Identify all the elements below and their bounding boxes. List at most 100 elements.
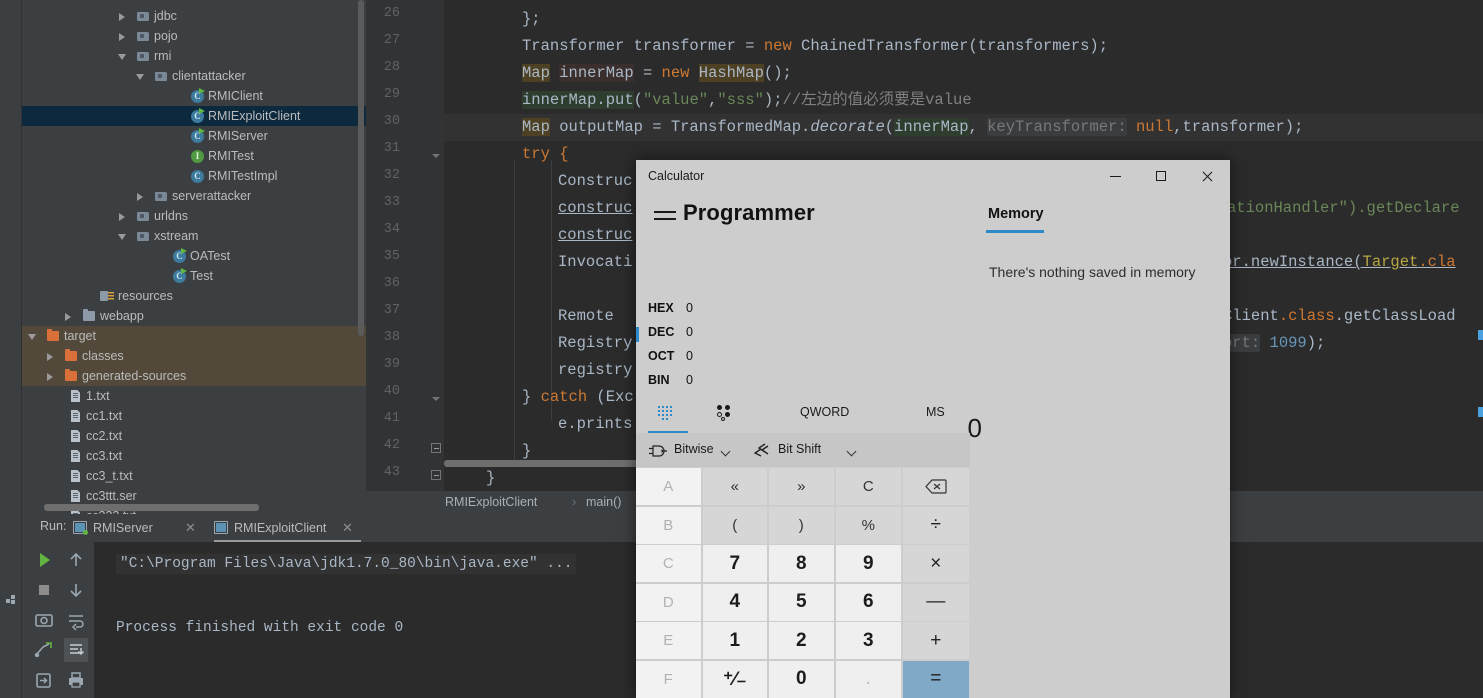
tree-item[interactable]: target	[22, 326, 366, 346]
tree-item[interactable]: cc3.txt	[22, 446, 366, 466]
tree-item[interactable]: urldns	[22, 206, 366, 226]
key-symbol[interactable]: ÷	[903, 506, 969, 544]
key-symbol[interactable]: )	[769, 506, 834, 544]
base-row-dec[interactable]: DEC 0	[636, 325, 836, 345]
key-backspace[interactable]	[903, 468, 969, 505]
tree-item[interactable]: cc3ttt.ser	[22, 486, 366, 506]
base-row-bin[interactable]: BIN 0	[636, 373, 836, 393]
fold-marker[interactable]	[430, 141, 442, 163]
chevron-down-icon[interactable]	[136, 66, 146, 86]
bitwise-dropdown[interactable]: Bitwise	[636, 433, 748, 467]
key-symbol[interactable]: «	[703, 468, 767, 505]
key-F[interactable]: F	[636, 660, 701, 698]
tab-memory-store[interactable]: MS	[916, 401, 966, 433]
key-symbol[interactable]: %	[836, 506, 901, 544]
key-E[interactable]: E	[636, 622, 701, 659]
close-button[interactable]	[1184, 160, 1230, 192]
rerun-icon[interactable]	[32, 548, 56, 572]
tree-item[interactable]: C Test	[22, 266, 366, 286]
chevron-right-icon[interactable]	[136, 186, 146, 206]
key-9[interactable]: 9	[836, 545, 901, 582]
key-D[interactable]: D	[636, 583, 701, 621]
breadcrumb-class[interactable]: RMIExploitClient	[445, 491, 537, 514]
calculator-window[interactable]: Calculator Programmer Memory 0 There's n…	[636, 160, 1230, 698]
calculator-title-bar[interactable]: Calculator	[636, 160, 1230, 192]
tree-item[interactable]: cc3_t.txt	[22, 466, 366, 486]
key-symbol[interactable]: ×	[903, 545, 969, 582]
run-tab-rmiexploitclient[interactable]: RMIExploitClient ✕	[214, 514, 361, 542]
hamburger-menu-icon[interactable]	[654, 206, 676, 224]
chevron-right-icon[interactable]	[46, 346, 56, 366]
chevron-down-icon[interactable]	[118, 226, 128, 246]
tree-item[interactable]: resources	[22, 286, 366, 306]
soft-wrap-icon[interactable]	[64, 608, 88, 632]
project-tree[interactable]: jdbc pojo rmi clientattacker C RMIClient C RMIE…	[22, 0, 366, 514]
chevron-right-icon[interactable]	[46, 366, 56, 386]
key-2[interactable]: 2	[769, 622, 834, 659]
key-5[interactable]: 5	[769, 583, 834, 621]
close-icon[interactable]: ✕	[185, 514, 196, 542]
console-input-icon[interactable]	[32, 668, 56, 692]
breadcrumb-method[interactable]: main()	[586, 491, 621, 514]
chevron-right-icon[interactable]	[118, 206, 128, 226]
key-6[interactable]: 6	[836, 583, 901, 621]
tree-item[interactable]: C RMITestImpl	[22, 166, 366, 186]
fold-marker[interactable]	[430, 384, 442, 406]
fold-marker[interactable]	[430, 438, 442, 460]
run-tab-rmiserver[interactable]: RMIServer ✕	[73, 514, 203, 542]
close-icon[interactable]: ✕	[342, 514, 353, 542]
tree-item[interactable]: xstream	[22, 226, 366, 246]
bit-shift-dropdown[interactable]: Bit Shift	[746, 433, 866, 467]
maximize-button[interactable]	[1138, 160, 1184, 192]
key-symbol[interactable]: +	[903, 622, 969, 659]
key-C[interactable]: C	[636, 545, 701, 582]
scroll-up-icon[interactable]	[64, 548, 88, 572]
key-4[interactable]: 4	[703, 583, 767, 621]
tree-item[interactable]: cc2.txt	[22, 426, 366, 446]
tree-item[interactable]: classes	[22, 346, 366, 366]
chevron-right-icon[interactable]	[118, 6, 128, 26]
minimize-button[interactable]	[1092, 160, 1138, 192]
key-A[interactable]: A	[636, 468, 701, 505]
key-symbol[interactable]: —	[903, 583, 969, 621]
calculator-keypad[interactable]: A « » C B ()% ÷ C 7 8 9 × D 4 5 6 — E 1 2 3 + F ⁺⁄₋ 0. =	[636, 467, 970, 698]
tree-item[interactable]: webapp	[22, 306, 366, 326]
key-symbol[interactable]: (	[703, 506, 767, 544]
tree-horizontal-scrollbar[interactable]	[44, 504, 259, 511]
chevron-right-icon[interactable]	[64, 306, 74, 326]
tree-item[interactable]: generated-sources	[22, 366, 366, 386]
base-row-oct[interactable]: OCT 0	[636, 349, 836, 369]
chevron-right-icon[interactable]	[118, 26, 128, 46]
key-0[interactable]: 0	[769, 660, 834, 698]
chevron-down-icon[interactable]	[28, 326, 38, 346]
tree-item[interactable]: jdbc	[22, 6, 366, 26]
print-icon[interactable]	[64, 668, 88, 692]
key-8[interactable]: 8	[769, 545, 834, 582]
key-B[interactable]: B	[636, 506, 701, 544]
tree-item[interactable]: serverattacker	[22, 186, 366, 206]
key-symbol[interactable]: »	[769, 468, 834, 505]
tree-item[interactable]: clientattacker	[22, 66, 366, 86]
tree-item[interactable]: pojo	[22, 26, 366, 46]
memory-tab-label[interactable]: Memory	[988, 206, 1044, 222]
thread-dump-icon[interactable]	[32, 638, 56, 662]
stop-icon[interactable]	[32, 578, 56, 602]
tree-item[interactable]: C RMIServer	[22, 126, 366, 146]
key-symbol[interactable]: ⁺⁄₋	[703, 660, 767, 698]
base-row-hex[interactable]: HEX 0	[636, 301, 836, 321]
fold-marker[interactable]	[430, 465, 442, 487]
key-symbol[interactable]: .	[836, 660, 901, 698]
tree-item[interactable]: C RMIClient	[22, 86, 366, 106]
scroll-down-icon[interactable]	[64, 578, 88, 602]
tree-item[interactable]: cc1.txt	[22, 406, 366, 426]
scroll-to-end-icon[interactable]	[64, 638, 88, 662]
chevron-down-icon[interactable]	[118, 46, 128, 66]
tree-item[interactable]: C OATest	[22, 246, 366, 266]
key-C[interactable]: C	[836, 468, 901, 505]
screenshot-icon[interactable]	[32, 608, 56, 632]
key-7[interactable]: 7	[703, 545, 767, 582]
key-1[interactable]: 1	[703, 622, 767, 659]
editor-scrollbar-marks[interactable]	[1478, 0, 1483, 491]
key-3[interactable]: 3	[836, 622, 901, 659]
key-symbol[interactable]: =	[903, 660, 969, 698]
